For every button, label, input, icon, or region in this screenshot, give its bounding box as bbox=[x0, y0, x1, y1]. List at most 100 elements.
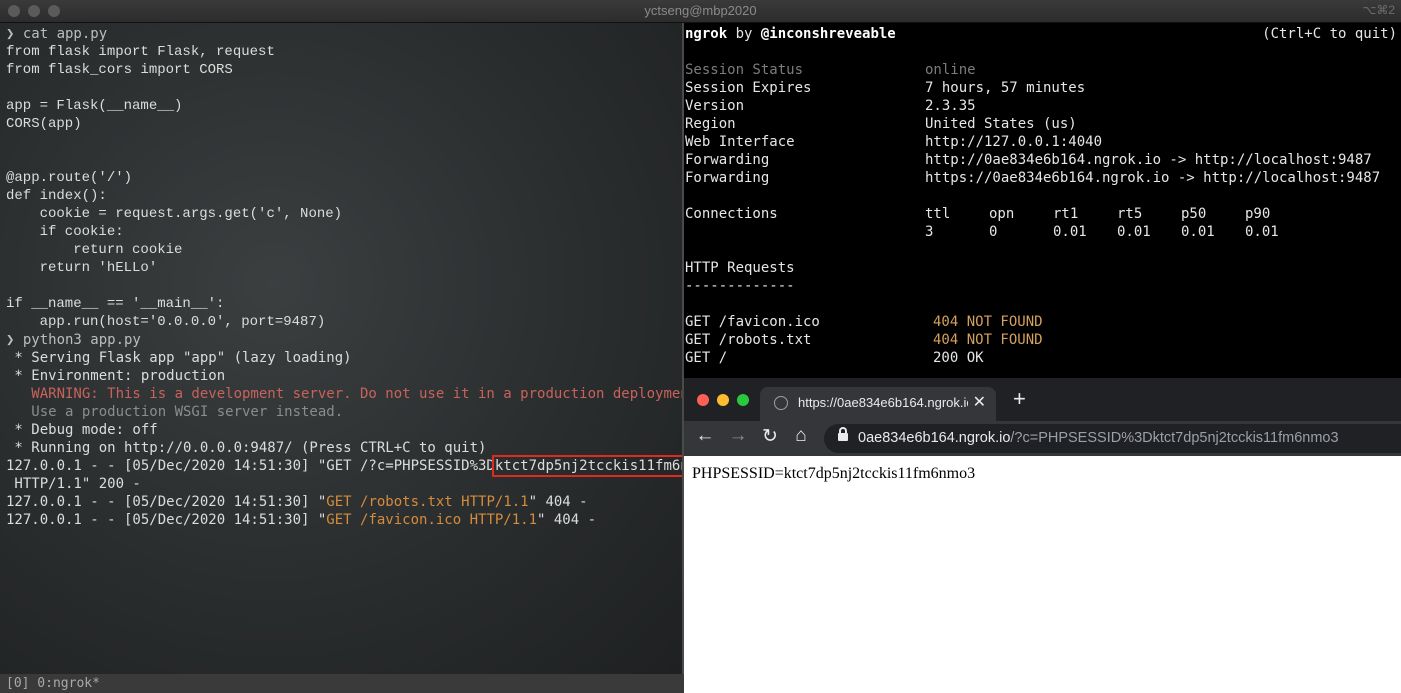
ngrok-row-value: online bbox=[925, 62, 976, 78]
terminal-line: Use a production WSGI server instead. bbox=[6, 404, 344, 420]
ngrok-row-label: Session Expires bbox=[685, 80, 812, 96]
request-path: GET /robots.txt bbox=[685, 332, 812, 348]
log-prefix: 127.0.0.1 - - [05/Dec/2020 14:51:30] "GE… bbox=[6, 458, 495, 474]
terminal-line: * Running on http://0.0.0.0:9487/ (Press… bbox=[6, 440, 487, 456]
terminal-line: if cookie: bbox=[6, 224, 124, 240]
ngrok-row-label: Forwarding bbox=[685, 170, 770, 186]
log-line: 127.0.0.1 - - [05/Dec/2020 14:51:30] "GE… bbox=[6, 511, 682, 529]
ngrok-row-value: https://0ae834e6b164.ngrok.io -> http://… bbox=[925, 170, 1381, 186]
ngrok-header: ngrok by @inconshreveable bbox=[685, 25, 896, 43]
ngrok-row-label: Web Interface bbox=[685, 134, 795, 150]
terminal-line: from flask_cors import CORS bbox=[6, 62, 233, 78]
browser-window: https://0ae834e6b164.ngrok.io/?c=PHPSESS… bbox=[684, 378, 1401, 693]
terminal-line: if __name__ == '__main__': bbox=[6, 296, 225, 312]
log-request: GET /favicon.ico HTTP/1.1 bbox=[326, 512, 538, 528]
lock-icon[interactable] bbox=[838, 427, 848, 441]
conn-value: 0.01 bbox=[1181, 224, 1215, 240]
conn-value: 3 bbox=[925, 224, 934, 240]
new-tab-plus-icon[interactable]: + bbox=[1013, 386, 1026, 412]
conn-header: p50 bbox=[1181, 206, 1207, 222]
ngrok-row-value: http://0ae834e6b164.ngrok.io -> http://l… bbox=[925, 152, 1372, 168]
conn-header: rt1 bbox=[1053, 206, 1079, 222]
browser-zoom-button[interactable] bbox=[737, 394, 749, 406]
page-body-text: PHPSESSID=ktct7dp5nj2tcckis11fm6nmo3 bbox=[692, 465, 976, 482]
request-status: 404 NOT FOUND bbox=[933, 314, 1043, 330]
browser-tab[interactable]: https://0ae834e6b164.ngrok.io/?c=PHPSESS… bbox=[760, 387, 996, 421]
window-shortcut: ⌥⌘2 bbox=[1362, 3, 1395, 17]
url-path: /?c=PHPSESSID%3Dktct7dp5nj2tcckis11fm6nm… bbox=[1010, 430, 1339, 446]
terminal-line: ❯ cat app.py bbox=[6, 26, 108, 42]
url-host: 0ae834e6b164.ngrok.io bbox=[858, 430, 1011, 446]
terminal-line: @app.route('/') bbox=[6, 170, 133, 186]
back-arrow-icon[interactable]: ← bbox=[693, 425, 717, 447]
conn-header: opn bbox=[989, 206, 1015, 222]
window-title-bar: yctseng@mbp2020 ⌥⌘2 bbox=[0, 0, 1401, 23]
ngrok-author: @inconshreveable bbox=[760, 26, 896, 42]
ngrok-row-value: United States (us) bbox=[925, 116, 1077, 132]
tab-title: https://0ae834e6b164.ngrok.io/?c=PHPSESS… bbox=[798, 395, 968, 410]
conn-value: 0.01 bbox=[1245, 224, 1279, 240]
terminal-line: * Serving Flask app "app" (lazy loading) bbox=[6, 350, 352, 366]
terminal-line: app = Flask(__name__) bbox=[6, 98, 183, 114]
conn-header: p90 bbox=[1245, 206, 1271, 222]
browser-toolbar: ← → ↻ ⌂ 0ae834e6b164.ngrok.io/?c=PHPSESS… bbox=[684, 421, 1401, 456]
terminal-line: from flask import Flask, request bbox=[6, 44, 275, 60]
ngrok-row-label: Forwarding bbox=[685, 152, 770, 168]
highlighted-session-id: ktct7dp5nj2tcckis11fm6nmo3 bbox=[491, 455, 682, 477]
browser-close-button[interactable] bbox=[697, 394, 709, 406]
reload-icon[interactable]: ↻ bbox=[758, 425, 782, 448]
close-tab-icon[interactable]: ✕ bbox=[973, 392, 986, 412]
address-url[interactable]: 0ae834e6b164.ngrok.io/?c=PHPSESSID%3Dktc… bbox=[858, 430, 1339, 446]
terminal-pane-flask[interactable]: ❯ cat app.py from flask import Flask, req… bbox=[0, 23, 682, 674]
log-continuation: HTTP/1.1" 200 - bbox=[6, 476, 141, 492]
forward-arrow-icon[interactable]: → bbox=[726, 425, 750, 447]
address-bar[interactable]: 0ae834e6b164.ngrok.io/?c=PHPSESSID%3Dktc… bbox=[824, 424, 1401, 453]
ngrok-quit-hint: (Ctrl+C to quit) bbox=[1262, 26, 1397, 42]
terminal-line: ❯ python3 app.py bbox=[6, 332, 141, 348]
terminal-line: return cookie bbox=[6, 242, 183, 258]
terminal-line: * Debug mode: off bbox=[6, 422, 158, 438]
http-requests-title: HTTP Requests bbox=[685, 260, 795, 276]
request-status: 200 OK bbox=[933, 350, 984, 366]
terminal-line: return 'hELLo' bbox=[6, 260, 158, 276]
tmux-status-bar: [0] 0:ngrok* bbox=[0, 674, 684, 693]
log-line: 127.0.0.1 - - [05/Dec/2020 14:51:30] "GE… bbox=[6, 493, 682, 511]
ngrok-row-value: http://127.0.0.1:4040 bbox=[925, 134, 1103, 150]
log-request: GET /robots.txt HTTP/1.1 bbox=[326, 494, 529, 510]
log-line: HTTP/1.1" 200 - bbox=[6, 475, 682, 493]
request-path: GET /favicon.ico bbox=[685, 314, 820, 330]
window-title: yctseng@mbp2020 bbox=[644, 3, 757, 18]
log-suffix: " 404 - bbox=[537, 512, 597, 528]
log-prefix: 127.0.0.1 - - [05/Dec/2020 14:51:30] " bbox=[6, 512, 327, 528]
log-line: 127.0.0.1 - - [05/Dec/2020 14:51:30] "GE… bbox=[6, 455, 682, 477]
terminal-line: CORS(app) bbox=[6, 116, 82, 132]
ngrok-row-label: Version bbox=[685, 98, 745, 114]
terminal-line: * Environment: production bbox=[6, 368, 226, 384]
request-status: 404 NOT FOUND bbox=[933, 332, 1043, 348]
ngrok-by: by bbox=[727, 26, 761, 42]
connections-label: Connections bbox=[685, 206, 778, 222]
ngrok-row-value: 2.3.35 bbox=[925, 98, 976, 114]
conn-value: 0.01 bbox=[1053, 224, 1087, 240]
globe-icon bbox=[774, 396, 788, 410]
ngrok-row-value: 7 hours, 57 minutes bbox=[925, 80, 1086, 96]
conn-value: 0.01 bbox=[1117, 224, 1151, 240]
home-icon[interactable]: ⌂ bbox=[789, 425, 813, 447]
ngrok-row-label: Region bbox=[685, 116, 736, 132]
conn-value: 0 bbox=[989, 224, 998, 240]
ngrok-brand: ngrok bbox=[685, 26, 728, 42]
conn-header: ttl bbox=[925, 206, 951, 222]
log-suffix: " 404 - bbox=[528, 494, 588, 510]
terminal-pane-ngrok[interactable]: ngrok by @inconshreveable (Ctrl+C to qui… bbox=[684, 23, 1401, 378]
ngrok-row-label: Session Status bbox=[685, 62, 804, 78]
browser-tab-bar: https://0ae834e6b164.ngrok.io/?c=PHPSESS… bbox=[684, 378, 1401, 421]
log-prefix: 127.0.0.1 - - [05/Dec/2020 14:51:30] " bbox=[6, 494, 327, 510]
terminal-output: ❯ cat app.py from flask import Flask, req… bbox=[6, 25, 682, 529]
conn-header: rt5 bbox=[1117, 206, 1143, 222]
terminal-line: def index(): bbox=[6, 188, 107, 204]
browser-minimize-button[interactable] bbox=[717, 394, 729, 406]
